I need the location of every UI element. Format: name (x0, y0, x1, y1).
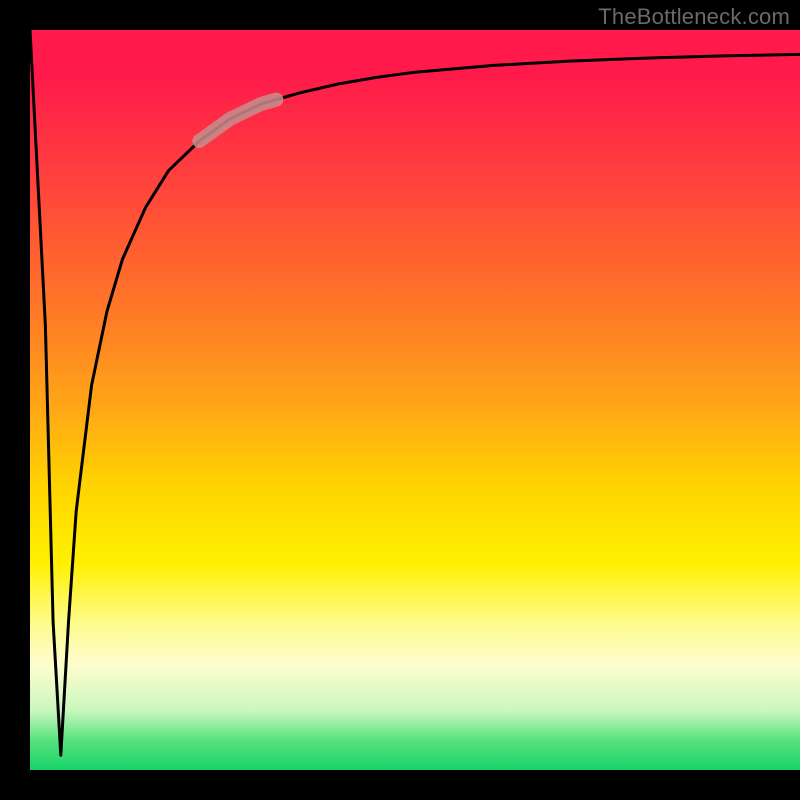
watermark-text: TheBottleneck.com (598, 4, 790, 30)
gradient-background (30, 30, 800, 770)
axis-frame-left (0, 0, 30, 800)
axis-frame-bottom (0, 770, 800, 800)
plot-area (30, 30, 800, 770)
chart-stage: TheBottleneck.com (0, 0, 800, 800)
